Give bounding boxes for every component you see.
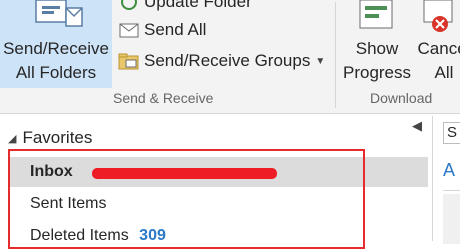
- cancel-all-button[interactable]: Cancel All: [414, 0, 460, 88]
- group-label-download: Download: [370, 90, 433, 106]
- send-receive-groups-button[interactable]: Send/Receive Groups ▼: [118, 49, 325, 73]
- chevron-down-icon: ◢: [8, 132, 17, 145]
- send-all-button[interactable]: Send All: [118, 18, 206, 42]
- search-input[interactable]: S: [443, 122, 460, 144]
- show-progress-label: Show Progress: [342, 39, 412, 82]
- ribbon: Send/Receive All Folders Update Folder S…: [0, 0, 460, 113]
- send-receive-all-folders-button[interactable]: Send/Receive All Folders: [0, 0, 112, 88]
- cancel-all-icon: [423, 0, 453, 32]
- send-all-icon: [118, 21, 140, 39]
- unread-count-badge: 309: [139, 227, 166, 244]
- ribbon-border: [0, 113, 460, 114]
- folder-label: Sent Items: [30, 195, 107, 212]
- folder-item-deleted-items[interactable]: Deleted Items 309: [8, 221, 428, 251]
- update-folder-icon: [118, 0, 140, 11]
- collapse-pane-icon[interactable]: ◀: [412, 118, 422, 134]
- send-receive-all-label: Send/Receive All Folders: [3, 39, 109, 82]
- folder-label: Deleted Items: [30, 227, 129, 244]
- search-fragment: S: [447, 124, 458, 141]
- favorites-header[interactable]: ◢ Favorites: [8, 128, 92, 148]
- show-progress-button[interactable]: Show Progress: [338, 0, 416, 88]
- send-receive-groups-icon: [118, 52, 140, 70]
- send-receive-envelope-icon: [35, 0, 83, 27]
- folder-label: Inbox: [30, 163, 73, 180]
- header-fragment: A: [443, 160, 456, 180]
- scrollbar[interactable]: [443, 194, 460, 244]
- show-progress-icon: [359, 0, 393, 29]
- update-folder-label: Update Folder: [144, 0, 252, 11]
- group-label-send-receive: Send & Receive: [113, 90, 214, 106]
- favorites-label: Favorites: [22, 128, 93, 147]
- chevron-down-icon: ▼: [315, 55, 326, 67]
- message-list-top-border: [443, 190, 460, 191]
- message-list-pane: S A: [433, 116, 460, 244]
- send-receive-groups-label: Send/Receive Groups: [144, 51, 311, 70]
- redaction-mark: [92, 168, 277, 179]
- ribbon-separator: [335, 2, 336, 108]
- update-folder-button[interactable]: Update Folder: [118, 0, 252, 14]
- send-all-label: Send All: [144, 20, 207, 39]
- message-list-header[interactable]: A: [443, 160, 455, 181]
- folder-item-sent-items[interactable]: Sent Items: [8, 189, 428, 219]
- cancel-all-label: Cancel All: [417, 39, 460, 82]
